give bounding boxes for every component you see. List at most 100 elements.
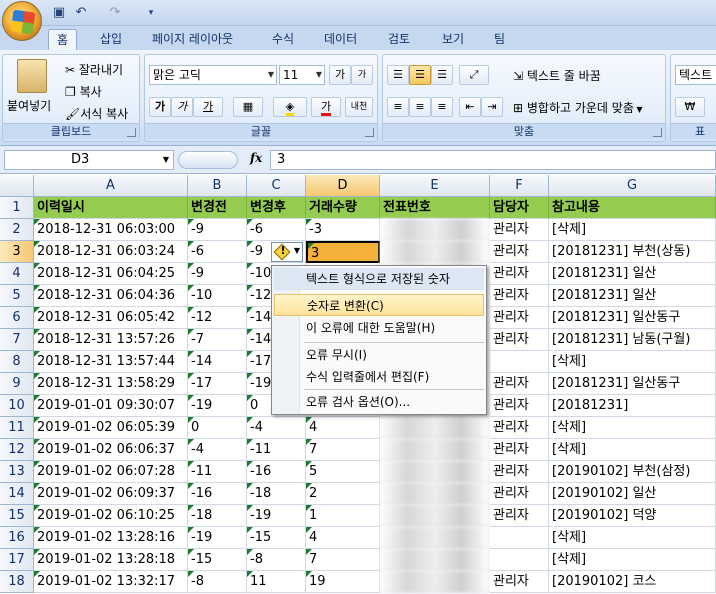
menu-item-convert-to-number[interactable]: 숫자로 변환(C) bbox=[274, 294, 484, 316]
paste-button[interactable]: 붙여넣기 bbox=[7, 97, 51, 114]
table-cell[interactable]: 7 bbox=[306, 439, 380, 461]
table-cell[interactable]: -14 bbox=[188, 351, 247, 373]
header-cell[interactable]: 거래수량 bbox=[306, 197, 380, 219]
table-cell[interactable]: -15 bbox=[247, 527, 306, 549]
row-header[interactable]: 12 bbox=[0, 439, 34, 461]
table-cell[interactable]: 2018-12-31 06:04:36 bbox=[34, 285, 188, 307]
alignment-launcher-icon[interactable] bbox=[653, 128, 662, 137]
table-cell[interactable]: 1 bbox=[306, 505, 380, 527]
row-header[interactable]: 9 bbox=[0, 373, 34, 395]
table-cell[interactable]: 2019-01-02 06:05:39 bbox=[34, 417, 188, 439]
undo-icon[interactable]: ↶ bbox=[72, 4, 90, 22]
table-cell[interactable]: 관리자 bbox=[490, 439, 549, 461]
table-cell[interactable]: 관리자 bbox=[490, 219, 549, 241]
wrap-text-button[interactable]: ⇲ 텍스트 줄 바꿈 bbox=[513, 67, 601, 84]
table-cell[interactable] bbox=[490, 549, 549, 571]
table-cell[interactable]: [삭제] bbox=[549, 417, 716, 439]
tab-formulas[interactable]: 수식 bbox=[264, 29, 302, 50]
tab-team[interactable]: 팀 bbox=[486, 29, 513, 50]
menu-item-error-checking-options[interactable]: 오류 검사 옵션(O)... bbox=[274, 391, 484, 413]
table-cell[interactable] bbox=[490, 527, 549, 549]
table-cell[interactable]: 2 bbox=[306, 483, 380, 505]
table-cell[interactable]: -11 bbox=[188, 461, 247, 483]
formula-input[interactable]: 3 bbox=[270, 150, 716, 170]
table-cell[interactable]: 관리자 bbox=[490, 373, 549, 395]
table-cell[interactable]: -17 bbox=[188, 373, 247, 395]
table-cell[interactable]: 2019-01-02 06:09:37 bbox=[34, 483, 188, 505]
cut-button[interactable]: ✂ 잘라내기 bbox=[65, 61, 123, 78]
orientation-button[interactable]: ⤢ bbox=[459, 65, 489, 85]
table-cell[interactable]: [삭제] bbox=[549, 351, 716, 373]
fill-color-button[interactable]: ◈ bbox=[273, 97, 307, 117]
header-cell[interactable]: 변경전 bbox=[188, 197, 247, 219]
table-cell[interactable]: 11 bbox=[247, 571, 306, 593]
table-cell[interactable]: [20181231] 일산 bbox=[549, 285, 716, 307]
table-cell[interactable]: -7 bbox=[188, 329, 247, 351]
table-cell[interactable]: 4 bbox=[306, 527, 380, 549]
clipboard-launcher-icon[interactable] bbox=[127, 128, 136, 137]
table-cell[interactable]: -3 bbox=[306, 219, 380, 241]
active-cell[interactable]: 3 bbox=[306, 241, 380, 263]
row-header[interactable]: 5 bbox=[0, 285, 34, 307]
underline-button[interactable]: 가 bbox=[193, 97, 223, 117]
table-cell[interactable]: [20190102] 덕양 bbox=[549, 505, 716, 527]
table-cell[interactable]: 7 bbox=[306, 549, 380, 571]
row-header[interactable]: 15 bbox=[0, 505, 34, 527]
table-cell[interactable]: 2018-12-31 06:05:42 bbox=[34, 307, 188, 329]
table-cell[interactable] bbox=[380, 461, 490, 483]
table-cell[interactable]: [20181231] 남동(구월) bbox=[549, 329, 716, 351]
table-cell[interactable]: 2018-12-31 13:57:26 bbox=[34, 329, 188, 351]
table-cell[interactable]: 2019-01-02 06:06:37 bbox=[34, 439, 188, 461]
table-cell[interactable]: 관리자 bbox=[490, 329, 549, 351]
header-cell[interactable]: 변경후 bbox=[247, 197, 306, 219]
table-cell[interactable]: 5 bbox=[306, 461, 380, 483]
row-header[interactable]: 13 bbox=[0, 461, 34, 483]
menu-item-edit-in-formula-bar[interactable]: 수식 입력줄에서 편집(F) bbox=[274, 366, 484, 388]
customize-qat-icon[interactable]: ▾ bbox=[142, 4, 160, 22]
select-all-corner[interactable] bbox=[0, 175, 34, 197]
table-cell[interactable]: 관리자 bbox=[490, 483, 549, 505]
table-cell[interactable]: 관리자 bbox=[490, 285, 549, 307]
table-cell[interactable]: 관리자 bbox=[490, 571, 549, 593]
align-center-button[interactable]: ≡ bbox=[409, 97, 431, 117]
tab-page-layout[interactable]: 페이지 레이아웃 bbox=[144, 29, 241, 50]
row-header[interactable]: 18 bbox=[0, 571, 34, 593]
align-bottom-button[interactable]: ☰ bbox=[431, 65, 453, 85]
column-header-c[interactable]: C bbox=[247, 175, 306, 197]
column-header-b[interactable]: B bbox=[188, 175, 247, 197]
decrease-indent-button[interactable]: ⇤ bbox=[459, 97, 481, 117]
tab-review[interactable]: 검토 bbox=[380, 29, 418, 50]
align-left-button[interactable]: ≡ bbox=[387, 97, 409, 117]
table-cell[interactable]: -18 bbox=[188, 505, 247, 527]
table-cell[interactable]: 0 bbox=[188, 417, 247, 439]
table-cell[interactable]: 2018-12-31 13:57:44 bbox=[34, 351, 188, 373]
row-header[interactable]: 8 bbox=[0, 351, 34, 373]
table-cell[interactable]: 2018-12-31 06:04:25 bbox=[34, 263, 188, 285]
table-cell[interactable]: 2019-01-02 06:07:28 bbox=[34, 461, 188, 483]
table-cell[interactable]: [20181231] 일산 bbox=[549, 263, 716, 285]
table-cell[interactable]: 2018-12-31 13:58:29 bbox=[34, 373, 188, 395]
formula-slider[interactable] bbox=[178, 151, 238, 169]
header-cell[interactable]: 참고내용 bbox=[549, 197, 716, 219]
table-cell[interactable]: -8 bbox=[188, 571, 247, 593]
table-cell[interactable]: [20181231] bbox=[549, 395, 716, 417]
table-cell[interactable]: 2019-01-02 13:32:17 bbox=[34, 571, 188, 593]
redo-icon[interactable]: ↷ bbox=[106, 4, 124, 22]
table-cell[interactable]: -10 bbox=[188, 285, 247, 307]
table-cell[interactable] bbox=[380, 549, 490, 571]
table-cell[interactable]: 2018-12-31 06:03:00 bbox=[34, 219, 188, 241]
insert-function-button[interactable]: fx bbox=[250, 151, 262, 165]
row-header[interactable]: 17 bbox=[0, 549, 34, 571]
format-painter-button[interactable]: 🖌서식 복사 bbox=[65, 105, 128, 122]
currency-button[interactable]: ₩ bbox=[675, 97, 705, 117]
column-header-a[interactable]: A bbox=[34, 175, 188, 197]
table-cell[interactable]: -19 bbox=[188, 395, 247, 417]
table-cell[interactable] bbox=[380, 483, 490, 505]
table-cell[interactable]: [20181231] 일산동구 bbox=[549, 307, 716, 329]
table-cell[interactable]: 2019-01-01 09:30:07 bbox=[34, 395, 188, 417]
table-cell[interactable]: [삭제] bbox=[549, 439, 716, 461]
table-cell[interactable]: -15 bbox=[188, 549, 247, 571]
table-cell[interactable]: 관리자 bbox=[490, 505, 549, 527]
row-header[interactable]: 2 bbox=[0, 219, 34, 241]
column-header-d[interactable]: D bbox=[306, 175, 380, 197]
